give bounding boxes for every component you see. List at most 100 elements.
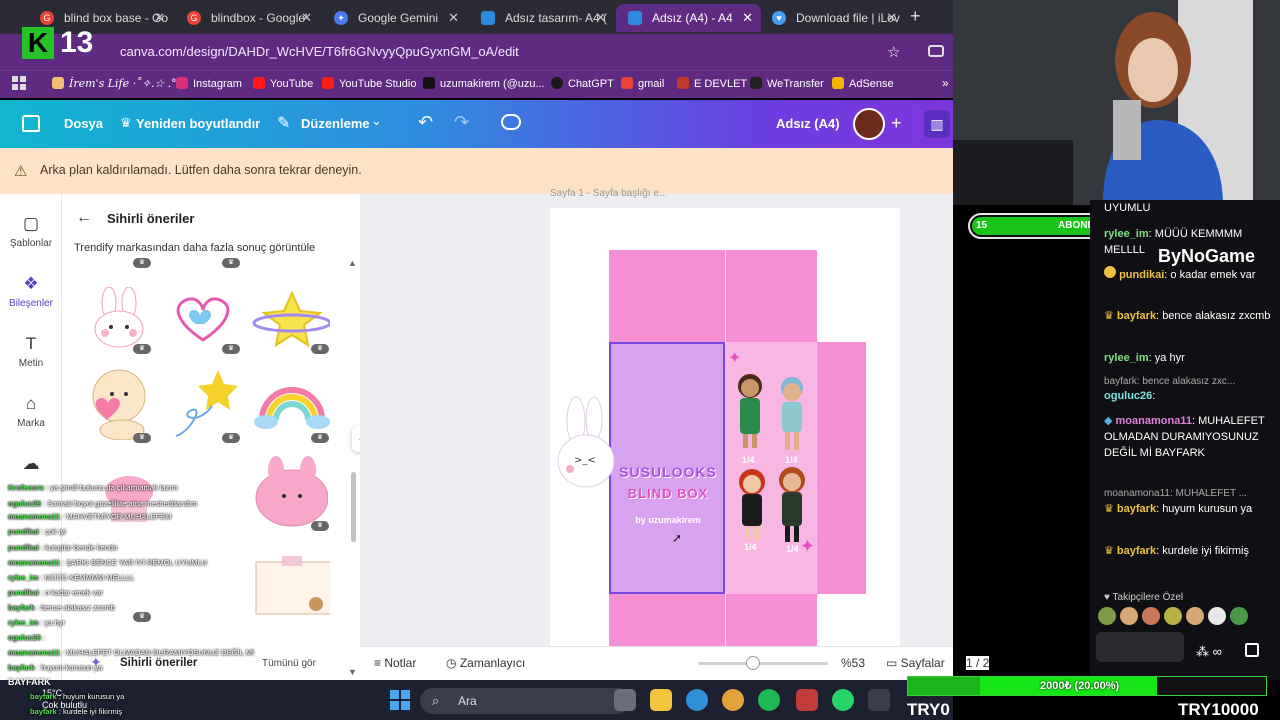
task-view-icon[interactable] xyxy=(614,689,636,711)
bookmark-item[interactable]: E DEVLET xyxy=(677,77,747,90)
edge-icon[interactable] xyxy=(686,689,708,711)
bookmark-item[interactable]: YouTube Studio xyxy=(322,77,416,90)
sticker-star-swirl[interactable] xyxy=(164,366,242,438)
close-icon[interactable]: ✕ xyxy=(301,10,312,26)
new-tab-button[interactable]: + xyxy=(910,6,921,27)
zoom-level[interactable]: %53 xyxy=(841,656,865,670)
premium-crown-icon: ♛ xyxy=(133,258,151,268)
notes-button[interactable]: ≡ Notlar xyxy=(374,656,416,670)
app-icon[interactable] xyxy=(796,689,818,711)
zoom-slider-thumb[interactable] xyxy=(746,656,760,670)
rail-text[interactable]: T Metin xyxy=(0,334,62,369)
redo-icon[interactable]: ↷ xyxy=(454,112,469,133)
emote-icon[interactable] xyxy=(1208,607,1226,625)
timer-button[interactable]: ◷ Zamanlayıcı xyxy=(446,656,525,670)
box-byline[interactable]: by uzumakirem xyxy=(612,515,724,525)
home-icon[interactable] xyxy=(22,115,40,132)
close-icon[interactable]: ✕ xyxy=(886,10,897,26)
scroll-down-icon[interactable]: ▼ xyxy=(348,667,357,677)
rail-templates[interactable]: ▢ Şablonlar xyxy=(0,214,62,249)
figure-1[interactable] xyxy=(732,372,768,452)
bookmark-item[interactable]: gmail xyxy=(621,77,664,90)
avatar[interactable] xyxy=(853,108,885,140)
figure-4[interactable] xyxy=(774,466,810,546)
bookmark-item[interactable]: YouTube xyxy=(253,77,313,90)
panel-scrollbar[interactable] xyxy=(351,472,356,542)
undo-icon[interactable]: ↶ xyxy=(418,112,433,133)
browser-tab-active[interactable]: Adsız (A4) - A4 ✕ xyxy=(616,4,761,32)
doll-figure-icon xyxy=(779,467,805,542)
overlay-chat-line: bayfark : bence alakasız zxcmb xyxy=(8,603,115,612)
cloud-saved-icon[interactable] xyxy=(501,114,521,130)
browser-tab[interactable]: ✦ Google Gemini ✕ xyxy=(322,4,467,32)
browser-tab[interactable]: Gblindbox - Google' ✕ xyxy=(175,4,320,32)
page-header[interactable]: Sayfa 1 - Sayfa başlığı e... xyxy=(550,188,667,199)
emote-icon[interactable] xyxy=(1186,607,1204,625)
windows-start-icon[interactable] xyxy=(390,690,410,710)
bookmark-item[interactable]: uzumakirem (@uzu... xyxy=(423,77,545,90)
store-icon[interactable] xyxy=(1245,643,1259,657)
close-icon[interactable]: ✕ xyxy=(742,10,753,26)
edit-mode-button[interactable]: Düzenleme xyxy=(301,116,370,131)
bookmark-item[interactable]: AdSense xyxy=(832,77,894,90)
box-top-flap[interactable] xyxy=(609,250,817,342)
emote-icon[interactable] xyxy=(1164,607,1182,625)
spotify-icon[interactable] xyxy=(758,689,780,711)
close-icon[interactable]: ✕ xyxy=(448,10,459,26)
camera-icon[interactable] xyxy=(928,45,944,57)
emote-row[interactable] xyxy=(1098,607,1260,627)
brand-results-link[interactable]: Trendify markasından daha fazla sonuç gö… xyxy=(74,242,315,254)
figure-2[interactable] xyxy=(774,376,810,456)
design-title[interactable]: Adsız (A4) xyxy=(776,116,840,131)
emote-icon[interactable] xyxy=(1120,607,1138,625)
bunny-illustration[interactable]: >_< xyxy=(556,395,622,495)
bookmark-item[interactable]: Instagram xyxy=(176,77,242,90)
add-collaborator-icon[interactable]: + xyxy=(891,113,902,134)
bookmark-item[interactable]: İrem's Life ·˚✧.☆ .° xyxy=(52,77,177,90)
premium-crown-icon: ♛ xyxy=(222,433,240,443)
pages-button[interactable]: ▭ Sayfalar xyxy=(886,656,945,670)
taskbar-search[interactable]: Ara xyxy=(420,688,630,714)
sticker-note-card[interactable] xyxy=(252,550,330,622)
emote-icon[interactable] xyxy=(1142,607,1160,625)
box-title-blindbox[interactable]: BLIND BOX xyxy=(612,486,724,501)
insights-chart-icon[interactable]: ▥ xyxy=(924,110,950,138)
rail-elements[interactable]: ❖ Bileşenler xyxy=(0,274,62,309)
sticker-pink-bunny[interactable] xyxy=(250,456,328,528)
sticker-bear-heart[interactable] xyxy=(80,366,158,440)
close-icon[interactable]: ✕ xyxy=(154,10,165,26)
file-menu-button[interactable]: Dosya xyxy=(64,116,103,131)
whatsapp-icon[interactable] xyxy=(832,689,854,711)
elements-icon: ❖ xyxy=(23,274,39,293)
zoom-slider[interactable] xyxy=(698,662,828,665)
sticker-rainbow[interactable] xyxy=(252,366,330,438)
url-text[interactable]: canva.com/design/DAHDr_WcHVE/T6fr6GNvyyQ… xyxy=(120,44,920,62)
resize-button[interactable]: Yeniden boyutlandır xyxy=(136,116,260,131)
browser-tab[interactable]: Adsız tasarım- A4 (✕ xyxy=(469,4,614,32)
bookmark-item[interactable]: WeTransfer xyxy=(750,77,824,90)
more-bookmarks-icon[interactable]: » xyxy=(942,76,949,90)
bookmark-item[interactable]: ChatGPT xyxy=(551,77,614,90)
apps-grid-icon[interactable] xyxy=(12,76,26,90)
back-arrow-icon[interactable]: ← xyxy=(76,209,92,227)
close-icon[interactable]: ✕ xyxy=(595,10,606,26)
see-all-link[interactable]: Tümünü gör xyxy=(262,658,316,669)
box-glue-flap[interactable] xyxy=(817,342,866,594)
rail-brand[interactable]: ⌂ Marka xyxy=(0,394,62,429)
rail-uploads[interactable]: ☁ xyxy=(0,454,62,478)
star-icon[interactable]: ☆ xyxy=(887,43,900,61)
emote-icon[interactable] xyxy=(1230,607,1248,625)
chat-tools-icon[interactable]: ⁂ ∞ xyxy=(1196,644,1222,660)
file-explorer-icon[interactable] xyxy=(650,689,672,711)
chrome-icon[interactable] xyxy=(722,689,744,711)
emote-icon[interactable] xyxy=(1098,607,1116,625)
chat-input[interactable] xyxy=(1096,632,1184,662)
app-icon[interactable] xyxy=(868,689,890,711)
chevron-down-icon[interactable]: ⌄ xyxy=(371,113,382,129)
box-title-susulooks[interactable]: SUSULOOKS xyxy=(612,464,724,480)
box-bottom-flap[interactable] xyxy=(609,594,817,648)
scroll-up-icon[interactable]: ▲ xyxy=(348,258,357,268)
browser-tab[interactable]: ♥ Download file | iLov ✕ xyxy=(760,4,905,32)
sticker-cupcake[interactable] xyxy=(90,462,168,534)
figure-3[interactable] xyxy=(734,468,770,544)
